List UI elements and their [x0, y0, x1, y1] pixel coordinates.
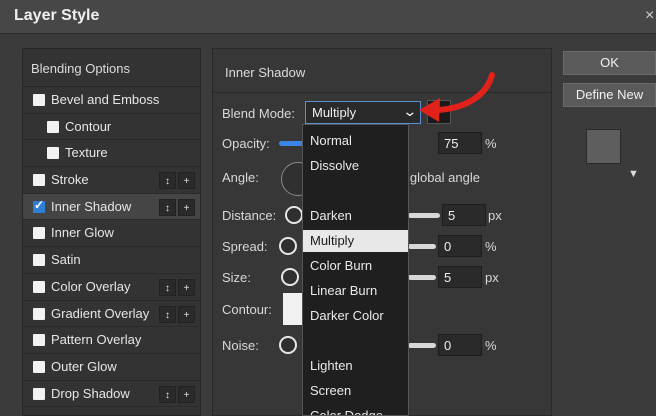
- effect-label: Stroke: [51, 172, 89, 188]
- blend-option[interactable]: Darken: [303, 205, 408, 227]
- effect-item[interactable]: Inner Shadow ↕+: [23, 193, 200, 221]
- spread-input[interactable]: 0: [438, 235, 482, 257]
- effect-checkbox[interactable]: [33, 334, 45, 347]
- effect-label: Inner Glow: [51, 225, 114, 241]
- effect-label: Bevel and Emboss: [51, 92, 160, 107]
- effect-checkbox[interactable]: [33, 307, 45, 320]
- section-title: Inner Shadow: [225, 65, 306, 80]
- use-global-angle-label[interactable]: e global angle: [399, 170, 480, 185]
- styles-list: Blending Options Bevel and Emboss Contour…: [22, 48, 201, 416]
- effect-item[interactable]: Contour: [23, 114, 200, 141]
- noise-slider[interactable]: [408, 343, 436, 348]
- size-unit: px: [485, 270, 499, 285]
- effect-label: Contour: [65, 118, 112, 134]
- style-preview-swatch: [586, 129, 621, 164]
- effect-checkbox[interactable]: [33, 254, 45, 267]
- add-effect-icon[interactable]: +: [178, 385, 195, 403]
- reorder-icon[interactable]: ↕: [159, 385, 176, 403]
- effect-label: Pattern Overlay: [51, 332, 142, 348]
- effect-checkbox[interactable]: [33, 94, 45, 106]
- blend-option[interactable]: Darker Color: [303, 305, 408, 327]
- title-bar: Layer Style ×: [0, 0, 656, 34]
- effect-item[interactable]: Gradient Overlay ↕ +: [23, 301, 200, 328]
- effect-checkbox[interactable]: [47, 147, 59, 160]
- blend-option[interactable]: Linear Burn: [303, 280, 408, 302]
- ok-button[interactable]: OK: [563, 51, 656, 75]
- contour-label: Contour:: [222, 302, 272, 317]
- size-label: Size:: [222, 270, 251, 285]
- add-effect-icon[interactable]: +: [178, 198, 195, 216]
- effect-checkbox[interactable]: [33, 387, 45, 400]
- spread-unit: %: [485, 239, 497, 254]
- effect-item[interactable]: Bevel and Emboss: [23, 87, 200, 114]
- blend-option[interactable]: Screen: [303, 380, 408, 402]
- annotation-arrow-icon: [419, 72, 495, 122]
- blend-option[interactable]: Color Dodge: [303, 405, 408, 415]
- blend-mode-value: Multiply: [312, 105, 357, 120]
- blend-option[interactable]: Color Burn: [303, 255, 408, 277]
- blend-option[interactable]: Normal: [303, 130, 408, 152]
- add-effect-icon[interactable]: +: [178, 278, 195, 296]
- effect-checkbox[interactable]: [33, 360, 45, 373]
- effect-item[interactable]: Inner Glow: [23, 220, 200, 248]
- effect-checkbox[interactable]: [33, 280, 45, 293]
- effect-checkbox[interactable]: [33, 227, 45, 240]
- opacity-unit: %: [485, 136, 497, 151]
- blend-option[interactable]: Multiply: [303, 230, 408, 252]
- effect-label: Outer Glow: [51, 358, 117, 374]
- noise-input[interactable]: 0: [438, 334, 482, 356]
- distance-label: Distance:: [222, 208, 277, 223]
- spread-label: Spread:: [222, 239, 268, 254]
- define-new-button[interactable]: Define New: [563, 83, 656, 107]
- distance-slider-thumb[interactable]: [285, 206, 303, 224]
- spread-slider-thumb[interactable]: [279, 237, 297, 255]
- reorder-icon[interactable]: ↕: [159, 198, 176, 216]
- effect-label: Inner Shadow: [51, 198, 132, 214]
- effect-label: Drop Shadow: [51, 385, 130, 401]
- blend-mode-label: Blend Mode:: [222, 106, 295, 121]
- dialog-title: Layer Style: [14, 7, 100, 24]
- effect-checkbox[interactable]: [47, 120, 59, 133]
- opacity-input[interactable]: 75: [438, 132, 482, 154]
- add-effect-icon[interactable]: +: [178, 305, 195, 323]
- reorder-icon[interactable]: ↕: [159, 305, 176, 323]
- noise-label: Noise:: [222, 338, 259, 353]
- distance-input[interactable]: 5: [442, 204, 486, 226]
- size-slider-thumb[interactable]: [281, 268, 299, 286]
- effect-item[interactable]: Satin: [23, 247, 200, 274]
- angle-label: Angle:: [222, 170, 259, 185]
- blending-options-item[interactable]: Blending Options: [23, 49, 200, 87]
- preview-toggle-icon[interactable]: ▼: [628, 168, 639, 180]
- noise-unit: %: [485, 338, 497, 353]
- distance-slider[interactable]: [408, 213, 440, 218]
- reorder-icon[interactable]: ↕: [159, 278, 176, 296]
- effect-item[interactable]: Stroke ↕ +: [23, 167, 200, 194]
- reorder-icon[interactable]: ↕: [159, 172, 176, 190]
- blend-mode-dropdown-list: Normal Dissolve Darken Multiply Color Burn Li…: [302, 124, 409, 416]
- effect-item[interactable]: Outer Glow: [23, 354, 200, 381]
- effect-item[interactable]: Pattern Overlay: [23, 327, 200, 354]
- effect-item[interactable]: Drop Shadow ↕ +: [23, 381, 200, 408]
- opacity-label: Opacity:: [222, 136, 270, 151]
- blend-mode-select[interactable]: Multiply ⌄: [305, 101, 421, 124]
- size-input[interactable]: 5: [438, 266, 482, 288]
- spread-slider[interactable]: [408, 244, 436, 249]
- close-icon[interactable]: ×: [645, 7, 654, 25]
- effect-item[interactable]: Color Overlay ↕ +: [23, 274, 200, 301]
- blend-option[interactable]: Dissolve: [303, 155, 408, 177]
- size-slider[interactable]: [408, 275, 436, 280]
- noise-slider-thumb[interactable]: [279, 336, 297, 354]
- effect-label: Gradient Overlay: [51, 305, 150, 321]
- effect-label: Texture: [65, 145, 108, 161]
- effect-label: Color Overlay: [51, 278, 131, 294]
- distance-unit: px: [488, 208, 502, 223]
- effect-item[interactable]: Texture: [23, 140, 200, 168]
- add-effect-icon[interactable]: +: [178, 172, 195, 190]
- effect-label: Satin: [51, 252, 81, 268]
- divider: [213, 92, 551, 93]
- effect-checkbox[interactable]: [33, 198, 45, 213]
- blend-option[interactable]: Lighten: [303, 355, 408, 377]
- effect-checkbox[interactable]: [33, 174, 45, 187]
